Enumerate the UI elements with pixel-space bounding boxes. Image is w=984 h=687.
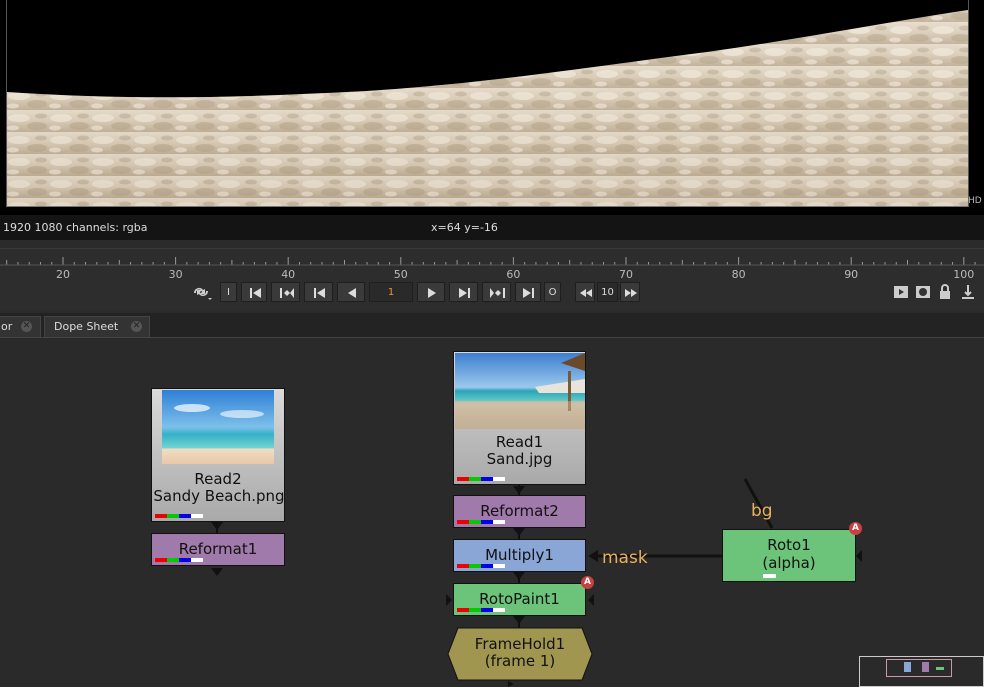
in-point-button[interactable]: I bbox=[220, 282, 237, 302]
current-frame-field[interactable]: 1 bbox=[369, 282, 413, 302]
animated-badge: A bbox=[581, 576, 594, 589]
skip-start-icon bbox=[250, 288, 261, 298]
node-sublabel: (frame 1) bbox=[484, 652, 556, 670]
node-filename: Sand.jpg bbox=[486, 450, 553, 468]
graph-navigator[interactable] bbox=[859, 656, 984, 687]
previous-frame-button[interactable] bbox=[304, 282, 333, 302]
bg-input-label: bg bbox=[751, 501, 773, 521]
format-label: HD bbox=[968, 196, 982, 206]
tab-dope-sheet[interactable]: Dope Sheet ✕ bbox=[44, 316, 150, 337]
ruler-tick-label: 90 bbox=[844, 268, 858, 279]
lock-icon bbox=[940, 284, 950, 299]
node-label: Read1 bbox=[495, 433, 544, 451]
play-forward-button[interactable] bbox=[417, 282, 445, 302]
viewer-image-sand[interactable] bbox=[6, 0, 969, 207]
tab-label: Dope Sheet bbox=[54, 320, 119, 333]
viewer-panel[interactable]: HD bbox=[0, 0, 984, 215]
step-forward-icon bbox=[459, 288, 470, 298]
timeline-ruler[interactable]: 20 30 40 50 60 70 80 90 100 bbox=[0, 249, 984, 279]
node-reformat2[interactable]: Reformat2 bbox=[453, 495, 586, 528]
channel-indicator bbox=[457, 564, 508, 568]
play-backward-icon bbox=[348, 288, 356, 298]
channel-indicator bbox=[155, 514, 206, 518]
timeline-range-icon bbox=[962, 285, 974, 299]
out-point-button[interactable]: O bbox=[544, 282, 561, 302]
tab-node-editor[interactable]: or ✕ bbox=[0, 316, 41, 337]
node-multiply1[interactable]: Multiply1 bbox=[453, 539, 586, 572]
fast-forward-icon bbox=[625, 289, 637, 297]
node-reformat1[interactable]: Reformat1 bbox=[151, 533, 285, 566]
ruler-tick-label: 30 bbox=[169, 268, 183, 279]
skip-end-icon bbox=[523, 288, 534, 298]
ruler-tick-label: 50 bbox=[394, 268, 408, 279]
node-roto1[interactable]: Roto1 (alpha) bbox=[722, 529, 856, 582]
node-label: Reformat1 bbox=[178, 540, 258, 558]
timeline-panel: 20 30 40 50 60 70 80 90 100 I 1 O 10 bbox=[0, 248, 984, 311]
read1-thumbnail bbox=[455, 353, 585, 429]
ruler-tick-label: 60 bbox=[506, 268, 520, 279]
channel-indicator bbox=[155, 558, 206, 562]
navigator-node bbox=[922, 662, 929, 672]
ruler-tick-label: 70 bbox=[619, 268, 633, 279]
alpha-channel-indicator bbox=[763, 574, 776, 578]
cursor-coords-text: x=64 y=-16 bbox=[431, 221, 498, 234]
read2-thumbnail bbox=[162, 390, 274, 464]
channel-indicator bbox=[457, 608, 508, 612]
node-rotopaint1[interactable]: RotoPaint1 bbox=[453, 583, 586, 616]
close-icon[interactable]: ✕ bbox=[131, 321, 142, 332]
step-back-icon bbox=[314, 288, 325, 298]
node-label: Roto1 bbox=[767, 536, 811, 554]
loop-mode-icon[interactable] bbox=[190, 282, 214, 302]
play-backward-button[interactable] bbox=[337, 282, 365, 302]
first-frame-button[interactable] bbox=[241, 282, 267, 302]
ruler-tick-label: 100 bbox=[953, 268, 974, 279]
flipbook-button[interactable] bbox=[892, 282, 910, 302]
node-label: Multiply1 bbox=[485, 546, 554, 564]
node-graph[interactable]: Read2 Sandy Beach.png Reformat1 Read1 Sa… bbox=[0, 338, 984, 687]
viewer-info-bar: 1920 1080 channels: rgba x=64 y=-16 bbox=[0, 215, 984, 240]
node-label: Reformat2 bbox=[480, 502, 559, 520]
ruler-tick-label: 20 bbox=[56, 268, 70, 279]
format-info-text: 1920 1080 channels: rgba bbox=[3, 221, 148, 234]
sand-image bbox=[7, 0, 968, 206]
navigator-node bbox=[936, 667, 944, 670]
next-key-icon bbox=[490, 288, 505, 298]
ruler-tick-label: 80 bbox=[732, 268, 746, 279]
lock-range-button[interactable] bbox=[936, 282, 954, 302]
channel-indicator bbox=[457, 520, 508, 524]
frame-increment-field[interactable]: 10 bbox=[597, 282, 618, 302]
render-button[interactable] bbox=[914, 282, 932, 302]
skip-forward-increment-button[interactable] bbox=[620, 282, 640, 302]
rewind-icon bbox=[580, 289, 592, 297]
node-read2[interactable]: Read2 Sandy Beach.png bbox=[151, 388, 285, 522]
record-icon bbox=[916, 286, 930, 298]
next-keyframe-button[interactable] bbox=[482, 282, 511, 302]
animated-badge: A bbox=[849, 522, 862, 535]
channel-indicator bbox=[457, 477, 508, 481]
last-frame-button[interactable] bbox=[515, 282, 541, 302]
node-sublabel: (alpha) bbox=[762, 554, 816, 572]
node-read1[interactable]: Read1 Sand.jpg bbox=[453, 351, 586, 485]
ruler-tick-label: 40 bbox=[281, 268, 295, 279]
timeline-settings-button[interactable] bbox=[958, 282, 978, 302]
navigator-node bbox=[904, 662, 911, 672]
transport-controls: I 1 O 10 bbox=[0, 282, 984, 306]
mask-input-label: mask bbox=[602, 548, 648, 568]
skip-back-increment-button[interactable] bbox=[575, 282, 595, 302]
next-frame-button[interactable] bbox=[449, 282, 478, 302]
node-filename: Sandy Beach.png bbox=[153, 487, 285, 505]
flipbook-icon bbox=[894, 286, 908, 298]
node-label: RotoPaint1 bbox=[479, 590, 560, 608]
previous-keyframe-button[interactable] bbox=[271, 282, 300, 302]
node-label: FrameHold1 bbox=[474, 635, 566, 653]
panel-tab-bar: or ✕ Dope Sheet ✕ bbox=[0, 313, 984, 338]
prev-key-icon bbox=[280, 288, 294, 298]
node-label: Read2 bbox=[194, 470, 242, 488]
tab-label: or bbox=[1, 320, 13, 333]
play-icon bbox=[428, 288, 436, 298]
close-icon[interactable]: ✕ bbox=[21, 321, 32, 332]
